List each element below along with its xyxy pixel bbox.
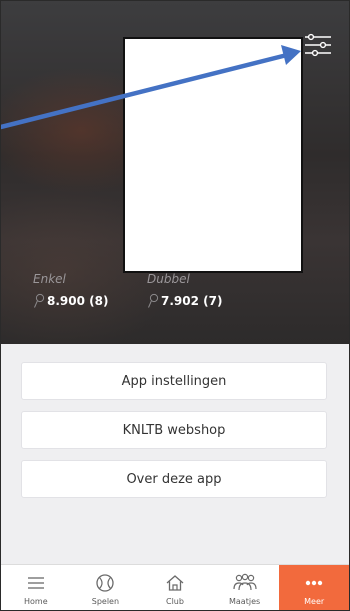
tab-spelen-label: Spelen [91, 597, 120, 606]
tab-club-label: Club [166, 597, 184, 606]
knltb-webshop-button[interactable]: KNLTB webshop [21, 411, 327, 449]
app-screen: Enkel 8.900 (8) Dubbel 7.902 (7) App ins… [0, 0, 350, 611]
annotation-box [123, 37, 303, 273]
pin-icon [34, 293, 45, 308]
pin-icon [148, 293, 159, 308]
tab-maatjes-label: Maatjes [229, 597, 261, 606]
more-dots-icon [305, 580, 323, 586]
tab-home-label: Home [23, 597, 48, 606]
sliders-icon [305, 33, 331, 57]
about-app-button[interactable]: Over deze app [21, 460, 327, 498]
app-settings-button[interactable]: App instellingen [21, 362, 327, 400]
rating-dubbel-label: Dubbel [147, 272, 190, 286]
rating-enkel-label: Enkel [33, 272, 66, 286]
people-icon [232, 573, 257, 591]
bottom-tab-bar: Home Spelen Club Maatjes Meer [1, 564, 349, 610]
tab-meer-label: Meer [304, 597, 325, 606]
tab-meer[interactable]: Meer [279, 565, 349, 610]
profile-header: Enkel 8.900 (8) Dubbel 7.902 (7) [1, 1, 349, 344]
filter-settings-button[interactable] [301, 29, 335, 63]
tab-spelen[interactable]: Spelen [71, 565, 141, 610]
menu-lines-icon [27, 577, 44, 589]
rating-dubbel: Dubbel 7.902 (7) [147, 271, 257, 309]
house-icon [166, 575, 184, 591]
rating-enkel: Enkel 8.900 (8) [33, 271, 143, 309]
rating-dubbel-value: 7.902 (7) [161, 294, 223, 308]
rating-enkel-value: 8.900 (8) [47, 294, 109, 308]
tab-club[interactable]: Club [140, 565, 210, 610]
tennis-ball-icon [96, 574, 115, 592]
tab-home[interactable]: Home [1, 565, 71, 610]
tab-maatjes[interactable]: Maatjes [210, 565, 280, 610]
